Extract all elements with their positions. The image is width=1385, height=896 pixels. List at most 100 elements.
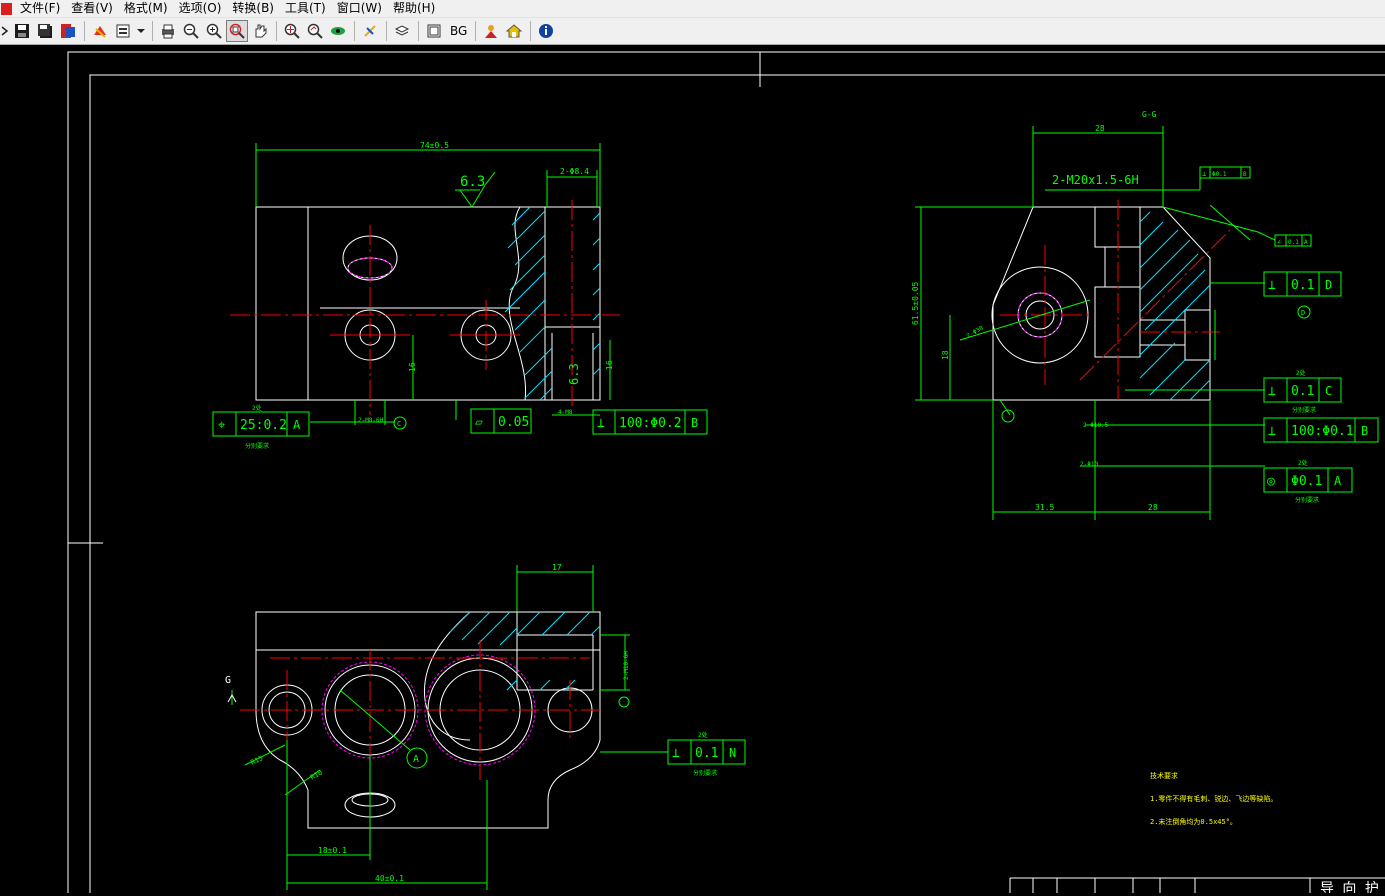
print-icon[interactable] bbox=[157, 20, 179, 42]
svg-text:分别要求: 分别要求 bbox=[1292, 406, 1316, 414]
zoom-previous-icon[interactable] bbox=[304, 20, 326, 42]
dim-right-bottom-right: 28 bbox=[1148, 503, 1158, 512]
drawing-frame bbox=[67, 51, 1385, 896]
section-label: G-G bbox=[1142, 110, 1157, 119]
notes-line-2: 2.未注倒角均为0.5x45°。 bbox=[1150, 817, 1237, 826]
view-label-g: G bbox=[225, 675, 231, 686]
svg-text:0.1: 0.1 bbox=[1291, 278, 1314, 293]
view-eye-icon[interactable] bbox=[327, 20, 349, 42]
bottom-view: 17 18±0.1 40±0.1 2-M10-6H R15 R10 G A bbox=[225, 563, 668, 890]
svg-text:0.05: 0.05 bbox=[498, 415, 529, 430]
dropdown-icon[interactable] bbox=[135, 20, 147, 42]
svg-text:▱: ▱ bbox=[475, 415, 483, 430]
drawing-canvas[interactable]: 74±0.5 2-Φ8.4 16 16 2-M8-6H 4-M8 6.3 6.3… bbox=[0, 45, 1385, 896]
svg-text:⊥: ⊥ bbox=[1268, 278, 1276, 293]
arrow-icon[interactable] bbox=[0, 20, 10, 42]
zoom-in-icon[interactable] bbox=[203, 20, 225, 42]
svg-text:⌖: ⌖ bbox=[218, 418, 226, 433]
svg-text:2处: 2处 bbox=[1298, 459, 1308, 467]
dim-left-height: 16 bbox=[408, 362, 417, 372]
convert-icon[interactable] bbox=[89, 20, 111, 42]
notes-line-1: 1.零件不得有毛刺、锐边、飞边等缺陷。 bbox=[1150, 794, 1277, 803]
svg-text:0.1: 0.1 bbox=[695, 746, 718, 761]
fcf-small-angle: ∠ 0.1 A bbox=[1274, 234, 1312, 247]
svg-text:⊥: ⊥ bbox=[1202, 170, 1206, 178]
svg-text:⊥: ⊥ bbox=[597, 416, 605, 431]
toolbar-separator bbox=[386, 21, 387, 41]
datum-b-circle bbox=[618, 696, 630, 708]
dim-right-holes-2: 2-Φ10 bbox=[1080, 461, 1098, 468]
fcf-perpendicularity-b: ⊥ 100:Φ0.2 B bbox=[592, 409, 708, 435]
layers-icon[interactable] bbox=[391, 20, 413, 42]
fcf-flatness: ▱ 0.05 bbox=[470, 408, 532, 434]
thread-note: 2-M20x1.5-6H bbox=[1052, 173, 1139, 187]
fcf-perpendicularity-b2: ⊥ 100:Φ0.1 B bbox=[1263, 417, 1379, 443]
info-icon[interactable] bbox=[535, 20, 557, 42]
svg-text:D: D bbox=[1325, 278, 1332, 292]
zoom-realtime-icon[interactable] bbox=[281, 20, 303, 42]
svg-text:B: B bbox=[1243, 171, 1247, 178]
svg-text:2处: 2处 bbox=[252, 404, 262, 412]
svg-text:⊥: ⊥ bbox=[1268, 424, 1276, 439]
menu-format[interactable]: 格式(M) bbox=[120, 0, 175, 17]
top-left-view: 74±0.5 2-Φ8.4 16 16 2-M8-6H 4-M8 6.3 6.3… bbox=[230, 141, 620, 430]
roughness-label-1: 6.3 bbox=[460, 174, 485, 190]
svg-text:分别要求: 分别要求 bbox=[245, 442, 269, 450]
dim-bottom-r2: R10 bbox=[309, 768, 324, 781]
svg-text:C: C bbox=[1325, 384, 1332, 398]
zoom-window-icon[interactable] bbox=[226, 20, 248, 42]
svg-text:0.1: 0.1 bbox=[1288, 239, 1299, 246]
background-toggle[interactable]: BG bbox=[450, 24, 467, 38]
svg-text:2处: 2处 bbox=[698, 731, 708, 739]
user-icon[interactable] bbox=[480, 20, 502, 42]
svg-text:2处: 2处 bbox=[1296, 369, 1306, 377]
fcf-position: ⌖ 25:0.2 A 2处 分别要求 bbox=[212, 404, 310, 450]
dim-small-holes: 2-M8-6H bbox=[358, 417, 384, 424]
pan-icon[interactable] bbox=[249, 20, 271, 42]
save-icon[interactable] bbox=[11, 20, 33, 42]
app-icon[interactable] bbox=[1, 2, 12, 15]
regen-icon[interactable] bbox=[359, 20, 381, 42]
zoom-out-icon[interactable] bbox=[180, 20, 202, 42]
svg-text:A: A bbox=[1304, 239, 1308, 246]
dim-bottom-w1: 18±0.1 bbox=[318, 846, 347, 855]
fcf-perpendicularity-c: ⊥ 0.1 C 2处 分别要求 bbox=[1263, 369, 1342, 414]
dim-holes: 4-M8 bbox=[558, 409, 573, 416]
svg-text:100:Φ0.1: 100:Φ0.1 bbox=[1291, 424, 1354, 439]
menu-window[interactable]: 窗口(W) bbox=[333, 0, 389, 17]
menu-view[interactable]: 查看(V) bbox=[67, 0, 120, 17]
fcf-perpendicularity-n: ⊥ 0.1 N 2处 分别要求 bbox=[667, 731, 746, 777]
toolbar-separator bbox=[530, 21, 532, 41]
svg-text:25:0.2: 25:0.2 bbox=[240, 418, 287, 433]
svg-text:100:Φ0.2: 100:Φ0.2 bbox=[619, 416, 682, 431]
menu-help[interactable]: 帮助(H) bbox=[389, 0, 442, 17]
dim-right-h2: 18 bbox=[941, 350, 950, 360]
toolbar: BG bbox=[0, 17, 1385, 45]
menu-file[interactable]: 文件(F) bbox=[16, 0, 67, 17]
dim-right-bottom-left: 31.5 bbox=[1035, 503, 1054, 512]
save-all-icon[interactable] bbox=[34, 20, 56, 42]
toolbar-separator bbox=[152, 21, 153, 41]
dim-bottom-top: 17 bbox=[552, 563, 562, 572]
svg-text:⊥: ⊥ bbox=[672, 746, 680, 761]
toolbar-separator bbox=[84, 21, 85, 41]
dim-right-top: 28 bbox=[1095, 124, 1105, 133]
fcf-perpendicularity-d: ⊥ 0.1 D bbox=[1263, 271, 1342, 297]
print-setup-icon[interactable] bbox=[112, 20, 134, 42]
datum-d: D bbox=[1301, 309, 1305, 317]
dim-right-height: 61.5±0.05 bbox=[911, 281, 920, 325]
menu-convert[interactable]: 转换(B) bbox=[228, 0, 281, 17]
dim-right-height: 16 bbox=[605, 360, 614, 370]
toolbar-separator bbox=[418, 21, 419, 41]
svg-text:B: B bbox=[691, 416, 698, 430]
home-icon[interactable] bbox=[503, 20, 525, 42]
layout-icon[interactable] bbox=[423, 20, 445, 42]
dim-bottom-w2: 40±0.1 bbox=[375, 874, 404, 883]
export-icon[interactable] bbox=[57, 20, 79, 42]
menu-options[interactable]: 选项(O) bbox=[175, 0, 229, 17]
svg-text:A: A bbox=[293, 418, 301, 432]
svg-text:∠: ∠ bbox=[1277, 238, 1281, 246]
datum-c: C bbox=[397, 420, 401, 428]
menu-tools[interactable]: 工具(T) bbox=[281, 0, 333, 17]
svg-text:0.1: 0.1 bbox=[1291, 384, 1314, 399]
